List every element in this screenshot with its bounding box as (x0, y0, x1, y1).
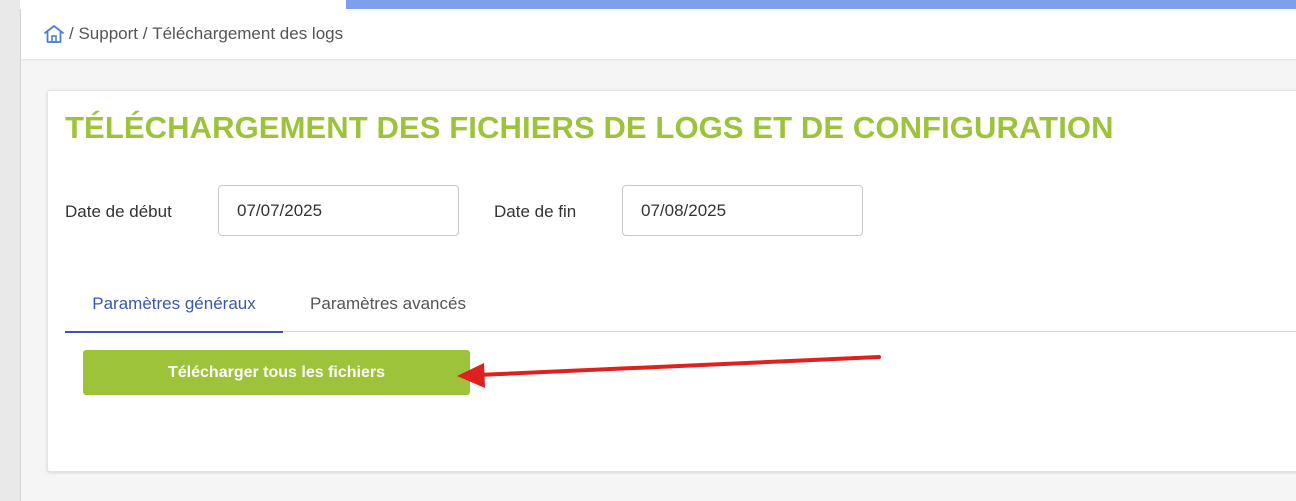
page-title: TÉLÉCHARGEMENT DES FICHIERS DE LOGS ET D… (65, 110, 1114, 145)
logs-download-card: TÉLÉCHARGEMENT DES FICHIERS DE LOGS ET D… (47, 90, 1296, 472)
breadcrumb-bar: / Support / Téléchargement des logs (21, 9, 1296, 60)
end-date-input[interactable] (622, 185, 863, 236)
start-date-label: Date de début (65, 202, 172, 221)
tab-advanced-settings[interactable]: Paramètres avancés (288, 291, 488, 331)
tab-general-settings[interactable]: Paramètres généraux (65, 291, 283, 333)
start-date-input[interactable] (218, 185, 459, 236)
top-bar-left-segment (20, 0, 346, 9)
breadcrumb: / Support / Téléchargement des logs (43, 24, 343, 44)
end-date-label: Date de fin (494, 202, 577, 221)
top-bar-accent (346, 0, 1296, 9)
left-sidebar-edge (0, 0, 21, 501)
home-icon[interactable] (43, 24, 65, 44)
breadcrumb-item-support[interactable]: Support (78, 24, 138, 44)
download-all-files-button[interactable]: Télécharger tous les fichiers (83, 350, 470, 395)
breadcrumb-item-current: Téléchargement des logs (152, 24, 344, 43)
